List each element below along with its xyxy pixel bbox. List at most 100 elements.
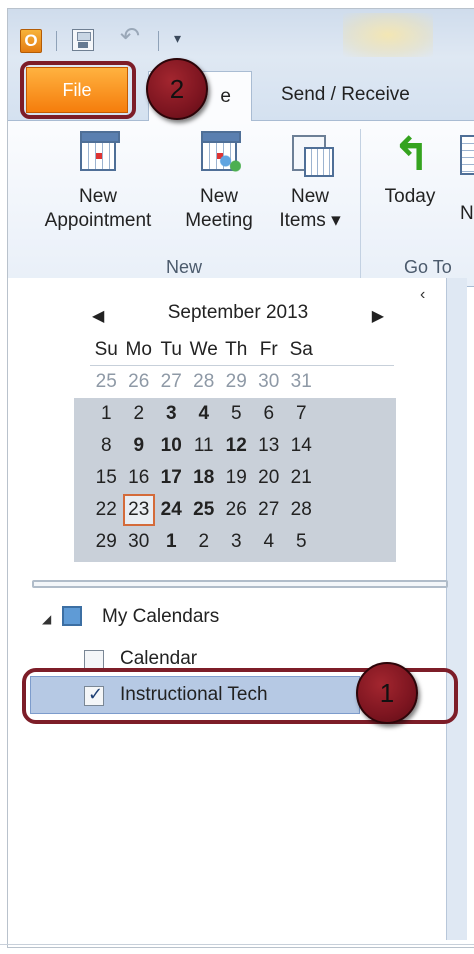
weekday-label: Mo: [125, 339, 152, 360]
day-cell[interactable]: 27: [253, 494, 286, 526]
new-items-icon: [292, 135, 334, 177]
day-cell[interactable]: 19: [220, 462, 253, 494]
qat-separator: [158, 31, 159, 51]
calendar-icon: [80, 131, 120, 171]
new-items-label-2: Items ▾: [279, 210, 341, 231]
people-icon: [219, 155, 241, 175]
pane-splitter[interactable]: [32, 580, 448, 588]
day-cell[interactable]: 3: [155, 398, 188, 430]
customize-qat-icon[interactable]: ▾: [174, 31, 181, 45]
date-navigator: Su Mo Tu We Th Fr Sa 25 26 27 28 29 30 3…: [90, 334, 394, 558]
day-cell[interactable]: 14: [285, 430, 318, 462]
day-cell[interactable]: 11: [188, 430, 221, 462]
day-cell[interactable]: 13: [253, 430, 286, 462]
date-navigator-header: ◀ September 2013 ▶: [92, 302, 384, 330]
weekday-label: We: [189, 339, 218, 360]
day-cell[interactable]: 31: [285, 366, 318, 398]
day-cell[interactable]: 20: [253, 462, 286, 494]
collapse-pane-icon[interactable]: ‹: [420, 286, 425, 304]
group-label-goto: Go To: [404, 257, 452, 277]
today-day-cell[interactable]: 23: [122, 494, 155, 526]
day-cell[interactable]: 4: [188, 398, 221, 430]
next-days-label: N: [460, 203, 474, 224]
day-cell[interactable]: 22: [90, 494, 123, 526]
day-cell[interactable]: 1: [155, 526, 188, 558]
tab-send-receive[interactable]: Send / Receive: [281, 71, 410, 119]
day-cell[interactable]: 26: [123, 366, 156, 398]
calendar-item-label[interactable]: Calendar: [120, 648, 197, 670]
title-glow: [343, 13, 433, 57]
week-row: 15 16 17 18 19 20 21: [90, 462, 394, 494]
weekday-label: Su: [94, 339, 118, 360]
callout-badge-1: 1: [356, 662, 418, 724]
day-cell[interactable]: 8: [90, 430, 123, 462]
weekday-label: Sa: [289, 339, 313, 360]
weekday-label: Th: [225, 339, 248, 360]
day-cell[interactable]: 25: [188, 494, 221, 526]
quick-access-toolbar: O ↶ ▾: [8, 9, 474, 57]
month-title: September 2013: [167, 302, 309, 323]
day-cell[interactable]: 3: [220, 526, 253, 558]
day-cell[interactable]: 17: [155, 462, 188, 494]
day-cell[interactable]: 5: [285, 526, 318, 558]
week-row: 1 2 3 4 5 6 7: [90, 398, 394, 430]
day-cell[interactable]: 2: [123, 398, 156, 430]
day-cell[interactable]: 10: [155, 430, 188, 462]
new-appointment-label-1: New: [78, 186, 117, 207]
ribbon-group-separator: [360, 129, 361, 283]
new-meeting-label-1: New: [199, 186, 238, 207]
day-cell[interactable]: 28: [285, 494, 318, 526]
day-cell[interactable]: 2: [188, 526, 221, 558]
day-cell[interactable]: 30: [253, 366, 286, 398]
weekday-label: Fr: [259, 339, 278, 360]
new-meeting-label-2: Meeting: [185, 210, 253, 231]
day-cell[interactable]: 21: [285, 462, 318, 494]
new-meeting-button[interactable]: New Meeting: [174, 131, 264, 233]
day-cell[interactable]: 26: [220, 494, 253, 526]
save-icon[interactable]: [72, 29, 94, 51]
week-row: 25 26 27 28 29 30 31: [90, 366, 394, 398]
new-appointment-label-2: Appointment: [44, 210, 152, 231]
group-label-new: New: [166, 257, 203, 277]
day-cell[interactable]: 29: [90, 526, 123, 558]
weekday-header: Su Mo Tu We Th Fr Sa: [90, 334, 394, 366]
today-button[interactable]: ↰ Today: [374, 131, 446, 209]
qat-separator: [56, 31, 57, 51]
today-arrow-icon: ↰: [392, 128, 431, 180]
next-month-icon[interactable]: ▶: [372, 306, 384, 326]
week-row: 8 9 10 11 12 13 14: [90, 430, 394, 462]
day-cell[interactable]: 27: [155, 366, 188, 398]
file-tab-highlight: [20, 61, 136, 119]
day-cell[interactable]: 18: [188, 462, 221, 494]
day-cell[interactable]: 30: [123, 526, 156, 558]
day-cell[interactable]: 15: [90, 462, 123, 494]
day-cell[interactable]: 7: [285, 398, 318, 430]
calendar-checkbox[interactable]: [84, 650, 104, 670]
bottom-border: [0, 944, 474, 945]
ribbon-tabs: e File Send / Receive: [8, 57, 474, 123]
expand-collapse-icon[interactable]: ◢: [42, 612, 51, 626]
undo-icon[interactable]: ↶: [120, 25, 140, 49]
new-appointment-button[interactable]: New Appointment: [28, 131, 168, 233]
week-row: 22 23 24 25 26 27 28: [90, 494, 394, 526]
my-calendars-header[interactable]: My Calendars: [102, 606, 219, 628]
week-row: 29 30 1 2 3 4 5: [90, 526, 394, 558]
day-cell[interactable]: 28: [188, 366, 221, 398]
day-cell[interactable]: 6: [253, 398, 286, 430]
today-label: Today: [384, 186, 436, 207]
calendar-group-icon: [62, 606, 82, 626]
day-cell[interactable]: 24: [155, 494, 188, 526]
day-cell[interactable]: 9: [123, 430, 156, 462]
new-items-label-1: New: [290, 186, 329, 207]
day-cell[interactable]: 25: [90, 366, 123, 398]
day-cell[interactable]: 16: [123, 462, 156, 494]
new-items-button[interactable]: New Items ▾: [272, 131, 348, 233]
day-cell[interactable]: 12: [220, 430, 253, 462]
day-cell[interactable]: 1: [90, 398, 123, 430]
day-cell[interactable]: 4: [253, 526, 286, 558]
callout-badge-2: 2: [146, 58, 208, 120]
outlook-app-icon[interactable]: O: [20, 29, 42, 53]
day-cell[interactable]: 5: [220, 398, 253, 430]
day-cell[interactable]: 29: [220, 366, 253, 398]
next-days-icon[interactable]: [460, 135, 474, 175]
